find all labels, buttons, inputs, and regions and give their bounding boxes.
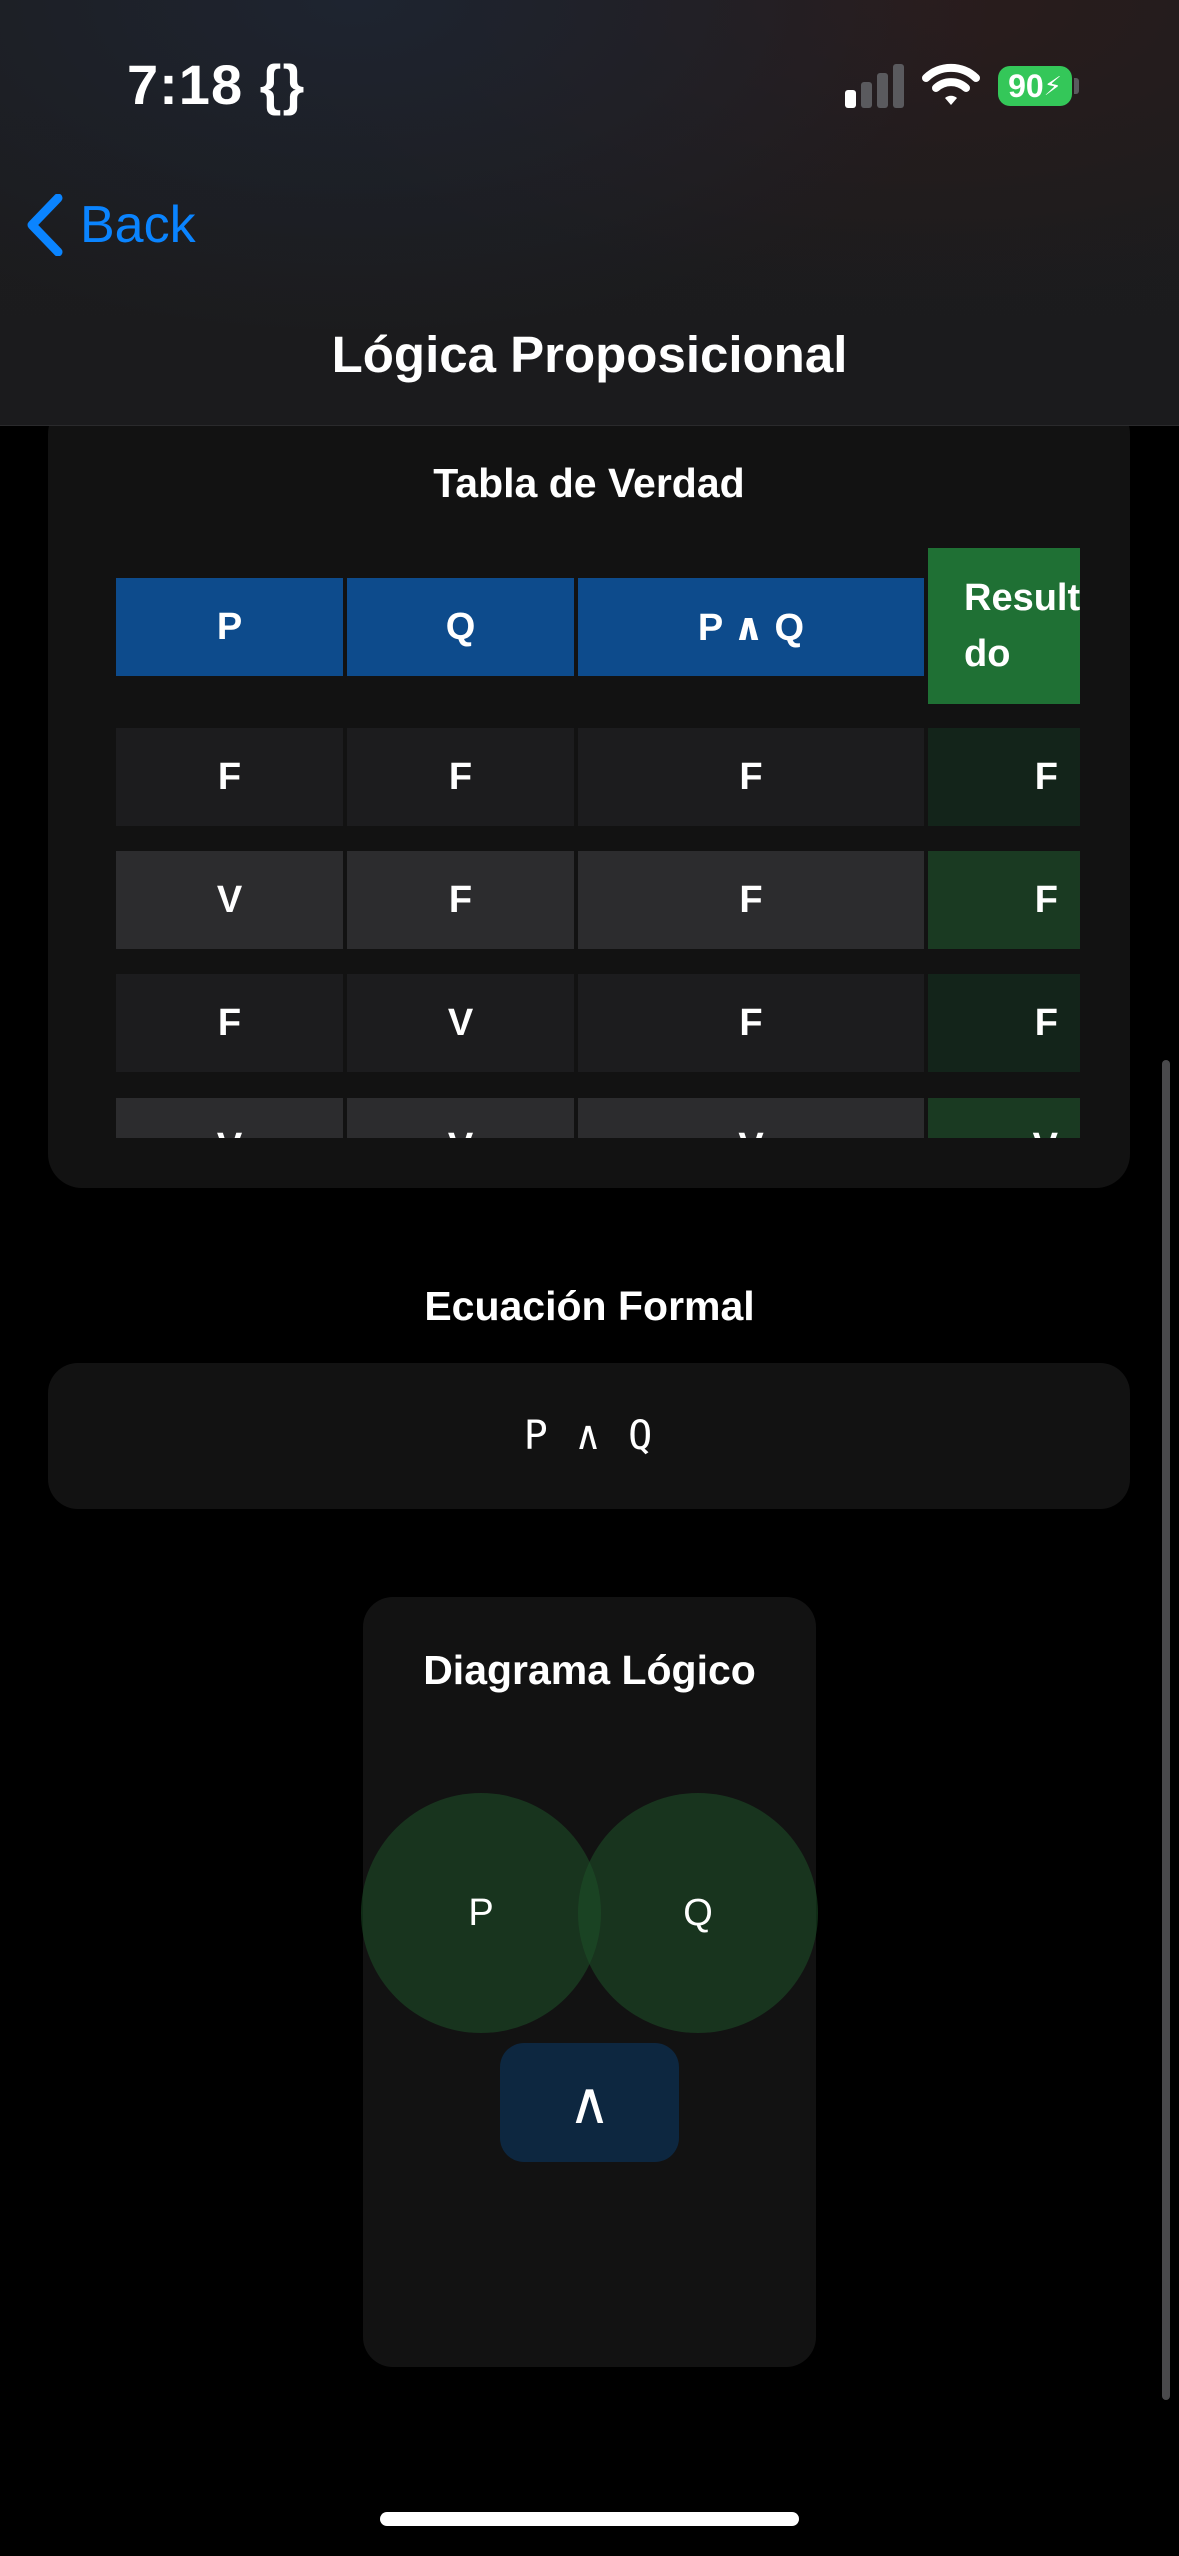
logic-diagram-card: Diagrama Lógico P Q ∧ — [361, 1597, 818, 2367]
truth-table-title: Tabla de Verdad — [433, 460, 745, 506]
navigation-header: 7:18 {} 90 ⚡ Back Lógica Proposicional — [0, 0, 1179, 426]
equation-card: P ∧ Q — [48, 1363, 1130, 1509]
header-cell-p: P — [116, 578, 343, 676]
table-cell: F — [347, 728, 574, 826]
venn-circle-p: P — [361, 1793, 601, 2033]
venn-circle-q: Q — [578, 1793, 818, 2033]
header-cell-q: Q — [347, 578, 574, 676]
table-cell: V — [347, 974, 574, 1072]
table-cell: F — [116, 728, 343, 826]
result-cell: V — [928, 1098, 1080, 1138]
table-cell: F — [116, 974, 343, 1072]
home-indicator[interactable] — [380, 2512, 799, 2526]
truth-table-scroll[interactable]: P Q P ∧ Q Result do F F F F V F F F F V F… — [116, 548, 1130, 1138]
back-button[interactable]: Back — [24, 190, 196, 260]
equation-title: Ecuación Formal — [424, 1283, 755, 1329]
venn-label-q: Q — [683, 1891, 713, 1934]
truth-table-card: Tabla de Verdad P Q P ∧ Q Result do F F F… — [48, 400, 1130, 1188]
header-cell-p-and-q: P ∧ Q — [578, 578, 924, 676]
scroll-indicator[interactable] — [1162, 1060, 1170, 2400]
result-cell: F — [928, 851, 1080, 949]
equation-text: P ∧ Q — [523, 1413, 655, 1459]
header-cell-result: Result do — [928, 548, 1080, 704]
table-cell: F — [578, 974, 924, 1072]
result-cell: F — [928, 728, 1080, 826]
operator-badge: ∧ — [500, 2043, 679, 2162]
result-cell: F — [928, 974, 1080, 1072]
operator-symbol: ∧ — [568, 2070, 611, 2136]
status-time: 7:18 {} — [127, 53, 306, 116]
table-cell: F — [578, 851, 924, 949]
venn-label-p: P — [468, 1891, 494, 1934]
table-cell: V — [578, 1098, 924, 1138]
wifi-icon — [922, 62, 980, 108]
table-cell: V — [116, 1098, 343, 1138]
battery-tip — [1074, 78, 1079, 94]
cellular-signal-icon — [845, 64, 905, 108]
table-cell: F — [347, 851, 574, 949]
chevron-left-icon — [27, 194, 63, 256]
back-button-label: Back — [80, 196, 196, 254]
table-cell: V — [116, 851, 343, 949]
table-cell: V — [347, 1098, 574, 1138]
battery-icon: 90 ⚡ — [998, 66, 1072, 106]
table-cell: F — [578, 728, 924, 826]
diagram-title: Diagrama Lógico — [423, 1647, 756, 1693]
page-title: Lógica Proposicional — [331, 326, 848, 383]
